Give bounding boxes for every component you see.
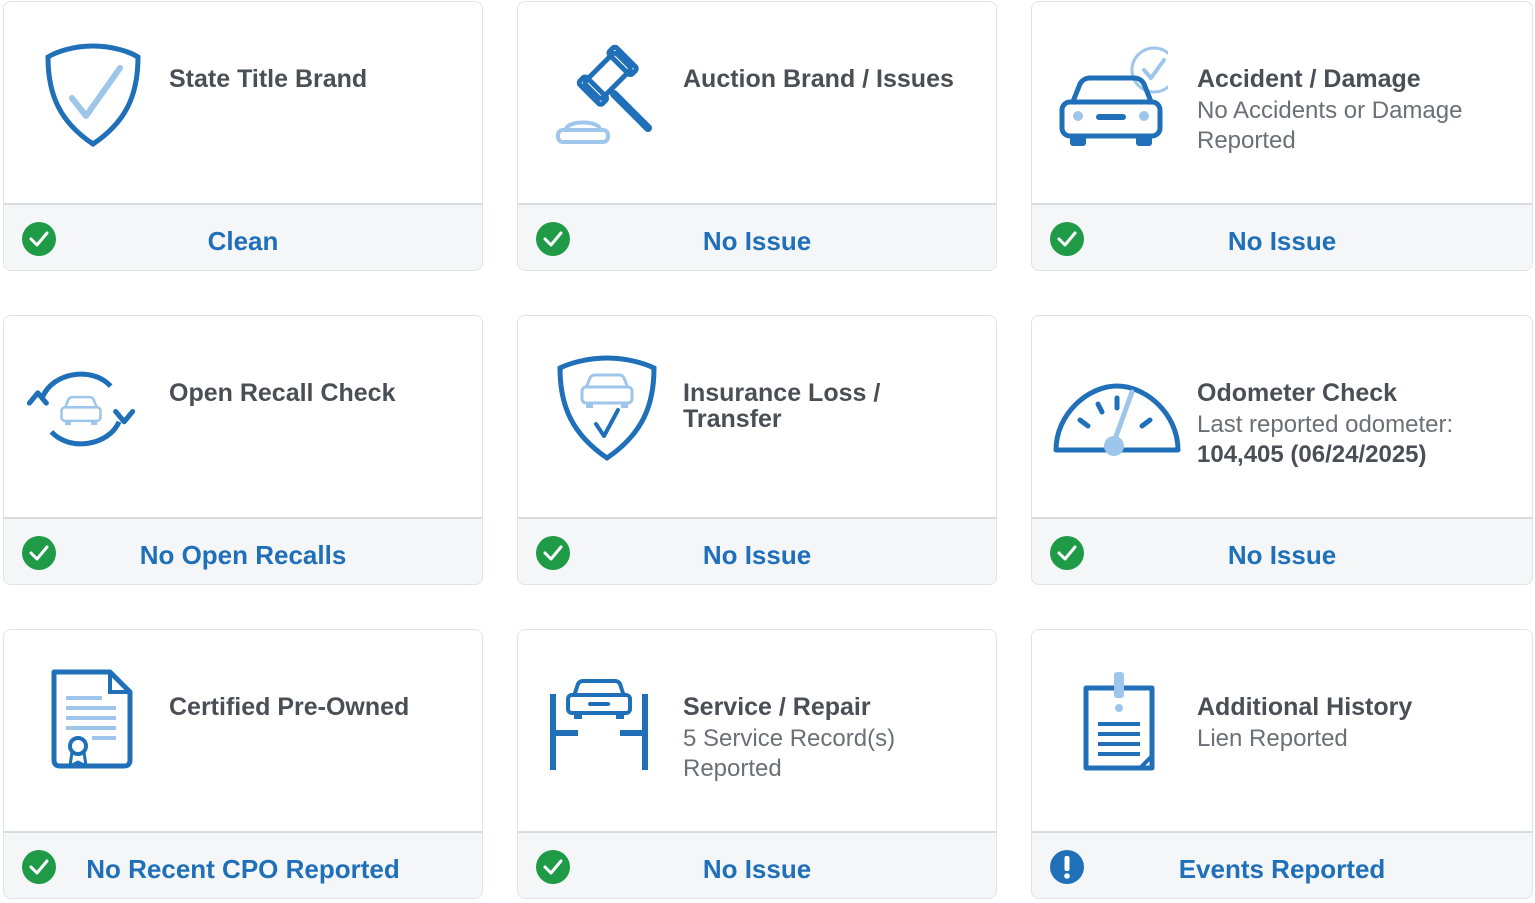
card-status-bar: No Issue xyxy=(518,831,996,898)
card-status-bar: No Recent CPO Reported xyxy=(4,831,482,898)
card-text: Odometer Check Last reported odometer: 1… xyxy=(1197,380,1497,470)
card-status-text[interactable]: No Open Recalls xyxy=(4,539,482,571)
car-recall-icon xyxy=(26,354,136,464)
card-text: Accident / Damage No Accidents or Damage… xyxy=(1197,66,1497,156)
card-accident-damage[interactable]: Accident / Damage No Accidents or Damage… xyxy=(1031,1,1533,271)
gavel-icon xyxy=(552,40,662,150)
card-status-bar: No Open Recalls xyxy=(4,517,482,584)
car-check-icon xyxy=(1058,40,1168,150)
card-auction-brand[interactable]: Auction Brand / Issues No Issue xyxy=(517,1,997,271)
card-status-bar: No Issue xyxy=(518,517,996,584)
card-header: Service / Repair 5 Service Record(s) Rep… xyxy=(518,630,996,831)
card-text: Certified Pre-Owned xyxy=(169,694,469,720)
card-subtitle: Lien Reported xyxy=(1197,725,1348,752)
card-service-repair[interactable]: Service / Repair 5 Service Record(s) Rep… xyxy=(517,629,997,899)
card-title: Service / Repair xyxy=(683,693,871,721)
car-lift-icon xyxy=(546,668,656,778)
card-status-text[interactable]: No Issue xyxy=(518,225,996,257)
card-status-text[interactable]: No Issue xyxy=(518,539,996,571)
card-title: Accident / Damage xyxy=(1197,65,1421,93)
card-status-text[interactable]: No Recent CPO Reported xyxy=(4,853,482,885)
card-certified-pre-owned[interactable]: Certified Pre-Owned No Recent CPO Report… xyxy=(3,629,483,899)
card-text: State Title Brand xyxy=(169,66,469,92)
card-title: State Title Brand xyxy=(169,65,368,93)
card-header: Additional History Lien Reported xyxy=(1032,630,1532,831)
card-status-bar: Clean xyxy=(4,203,482,270)
card-status-bar: No Issue xyxy=(518,203,996,270)
card-header: Open Recall Check xyxy=(4,316,482,517)
card-status-text[interactable]: Clean xyxy=(4,225,482,257)
shield-check-icon xyxy=(38,40,148,150)
card-title: Auction Brand / Issues xyxy=(683,65,954,93)
card-odometer-check[interactable]: Odometer Check Last reported odometer: 1… xyxy=(1031,315,1533,585)
card-state-title-brand[interactable]: State Title Brand Clean xyxy=(3,1,483,271)
card-subtitle: No Accidents or Damage Reported xyxy=(1197,97,1463,154)
card-text: Open Recall Check xyxy=(169,380,469,406)
card-additional-history[interactable]: Additional History Lien Reported Events … xyxy=(1031,629,1533,899)
card-text: Additional History Lien Reported xyxy=(1197,694,1497,754)
card-header: Insurance Loss / Transfer xyxy=(518,316,996,517)
card-header: Odometer Check Last reported odometer: 1… xyxy=(1032,316,1532,517)
card-status-bar: Events Reported xyxy=(1032,831,1532,898)
clipboard-alert-icon xyxy=(1062,668,1172,778)
card-title: Open Recall Check xyxy=(169,379,396,407)
shield-car-icon xyxy=(552,354,662,464)
card-text: Auction Brand / Issues xyxy=(683,66,983,92)
card-status-bar: No Issue xyxy=(1032,517,1532,584)
certificate-icon xyxy=(38,668,148,778)
card-open-recall-check[interactable]: Open Recall Check No Open Recalls xyxy=(3,315,483,585)
card-title: Odometer Check xyxy=(1197,379,1398,407)
card-status-text[interactable]: No Issue xyxy=(1032,225,1532,257)
card-header: Certified Pre-Owned xyxy=(4,630,482,831)
card-status-text[interactable]: No Issue xyxy=(518,853,996,885)
card-subtitle: 5 Service Record(s) Reported xyxy=(683,725,896,782)
card-status-bar: No Issue xyxy=(1032,203,1532,270)
vehicle-history-summary-grid: State Title Brand Clean Auction Brand / … xyxy=(0,0,1535,903)
card-text: Insurance Loss / Transfer xyxy=(683,380,983,432)
card-title: Insurance Loss / Transfer xyxy=(683,379,881,433)
card-header: Auction Brand / Issues xyxy=(518,2,996,203)
card-header: State Title Brand xyxy=(4,2,482,203)
card-insurance-loss[interactable]: Insurance Loss / Transfer No Issue xyxy=(517,315,997,585)
odometer-icon xyxy=(1052,354,1182,464)
card-header: Accident / Damage No Accidents or Damage… xyxy=(1032,2,1532,203)
odometer-reading: 104,405 (06/24/2025) xyxy=(1197,441,1427,468)
card-title: Additional History xyxy=(1197,693,1413,721)
card-text: Service / Repair 5 Service Record(s) Rep… xyxy=(683,694,983,784)
card-status-text[interactable]: No Issue xyxy=(1032,539,1532,571)
card-subtitle: Last reported odometer: xyxy=(1197,411,1454,438)
card-title: Certified Pre-Owned xyxy=(169,693,410,721)
card-status-text[interactable]: Events Reported xyxy=(1032,853,1532,885)
